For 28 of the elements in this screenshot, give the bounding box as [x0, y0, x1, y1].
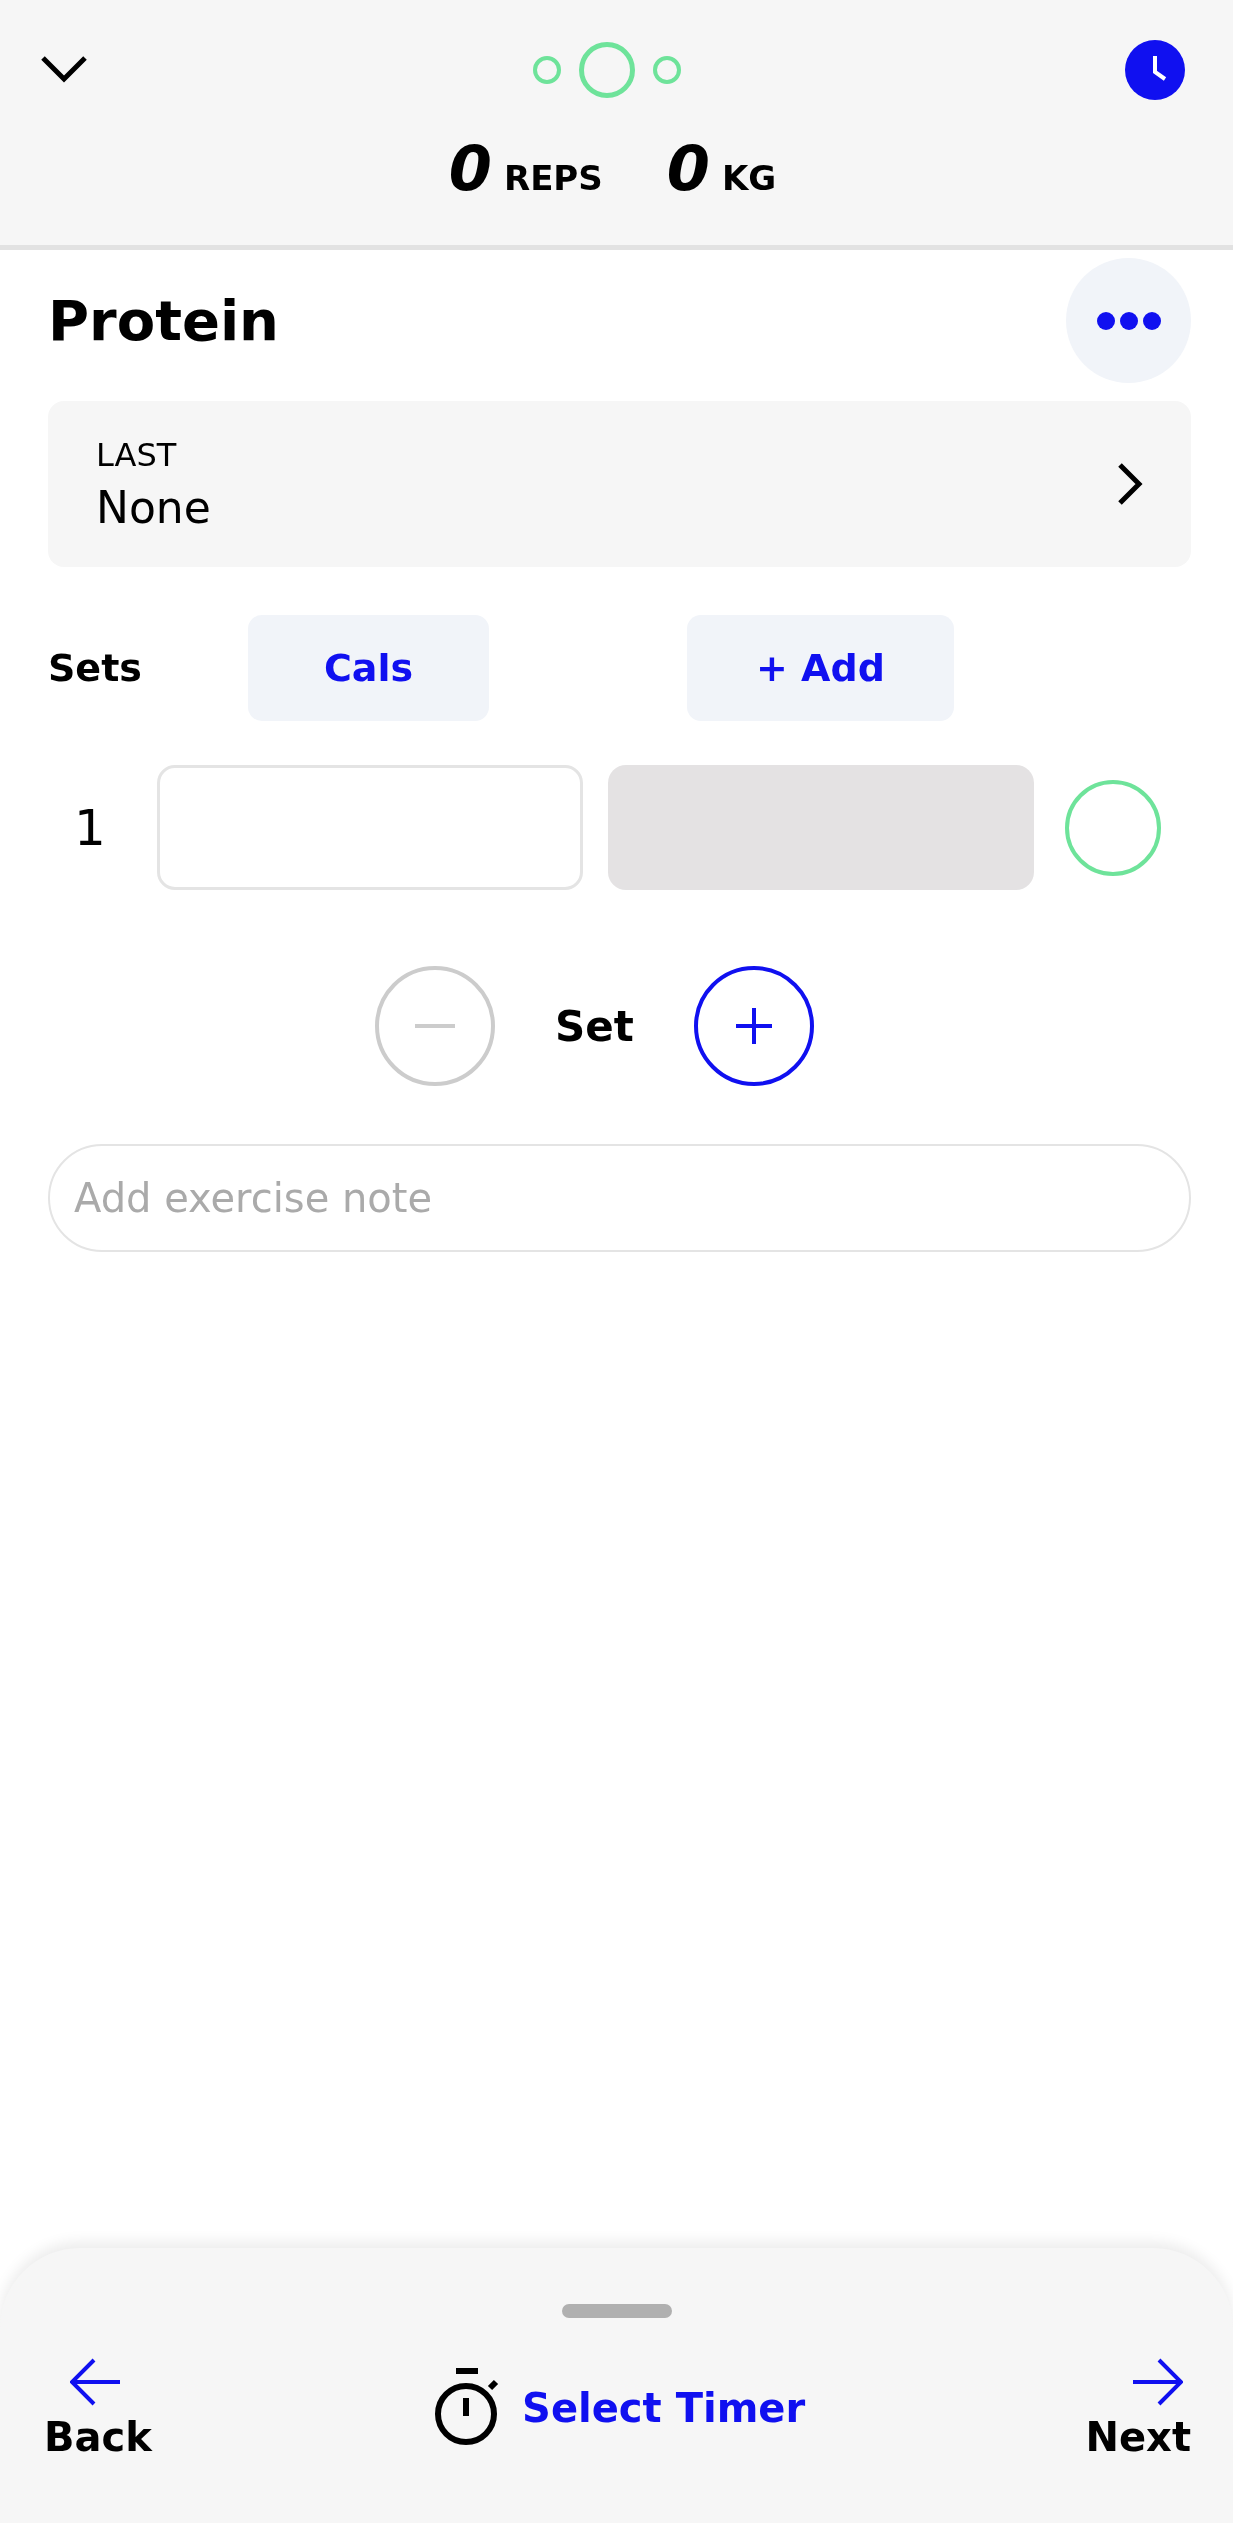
- set-input-field[interactable]: [157, 765, 583, 890]
- last-value: None: [96, 481, 211, 533]
- note-field[interactable]: Add exercise note: [48, 1144, 1191, 1252]
- exercise-title: Protein: [48, 288, 279, 353]
- chevron-right-icon: [1117, 462, 1143, 506]
- more-icon: [1095, 310, 1162, 331]
- drag-handle[interactable]: [561, 2304, 672, 2318]
- back-button[interactable]: Back: [44, 2358, 152, 2460]
- stat-value: 0: [448, 132, 492, 205]
- add-column-button[interactable]: + Add: [687, 615, 954, 721]
- last-card[interactable]: LAST None: [48, 401, 1191, 567]
- last-label: LAST: [96, 435, 178, 474]
- minus-icon: [415, 1023, 456, 1029]
- stat-unit: REPS: [503, 158, 603, 198]
- set-label: Set: [555, 1001, 634, 1051]
- set-complete-button[interactable]: [1065, 779, 1161, 876]
- chevron-down-icon[interactable]: [40, 55, 88, 85]
- clock-icon[interactable]: [1125, 40, 1185, 100]
- next-button[interactable]: Next: [1085, 2358, 1191, 2460]
- column-button[interactable]: Cals: [248, 615, 489, 721]
- left-arrow-icon: [70, 2358, 122, 2406]
- plus-icon: [733, 1006, 774, 1046]
- set-number: 1: [73, 798, 107, 857]
- sets-label: Sets: [48, 646, 143, 690]
- select-timer-button[interactable]: Select Timer: [432, 2368, 806, 2448]
- stat-value: 0: [666, 132, 710, 205]
- right-arrow-icon: [1131, 2358, 1183, 2406]
- stat-unit: KG: [721, 158, 777, 198]
